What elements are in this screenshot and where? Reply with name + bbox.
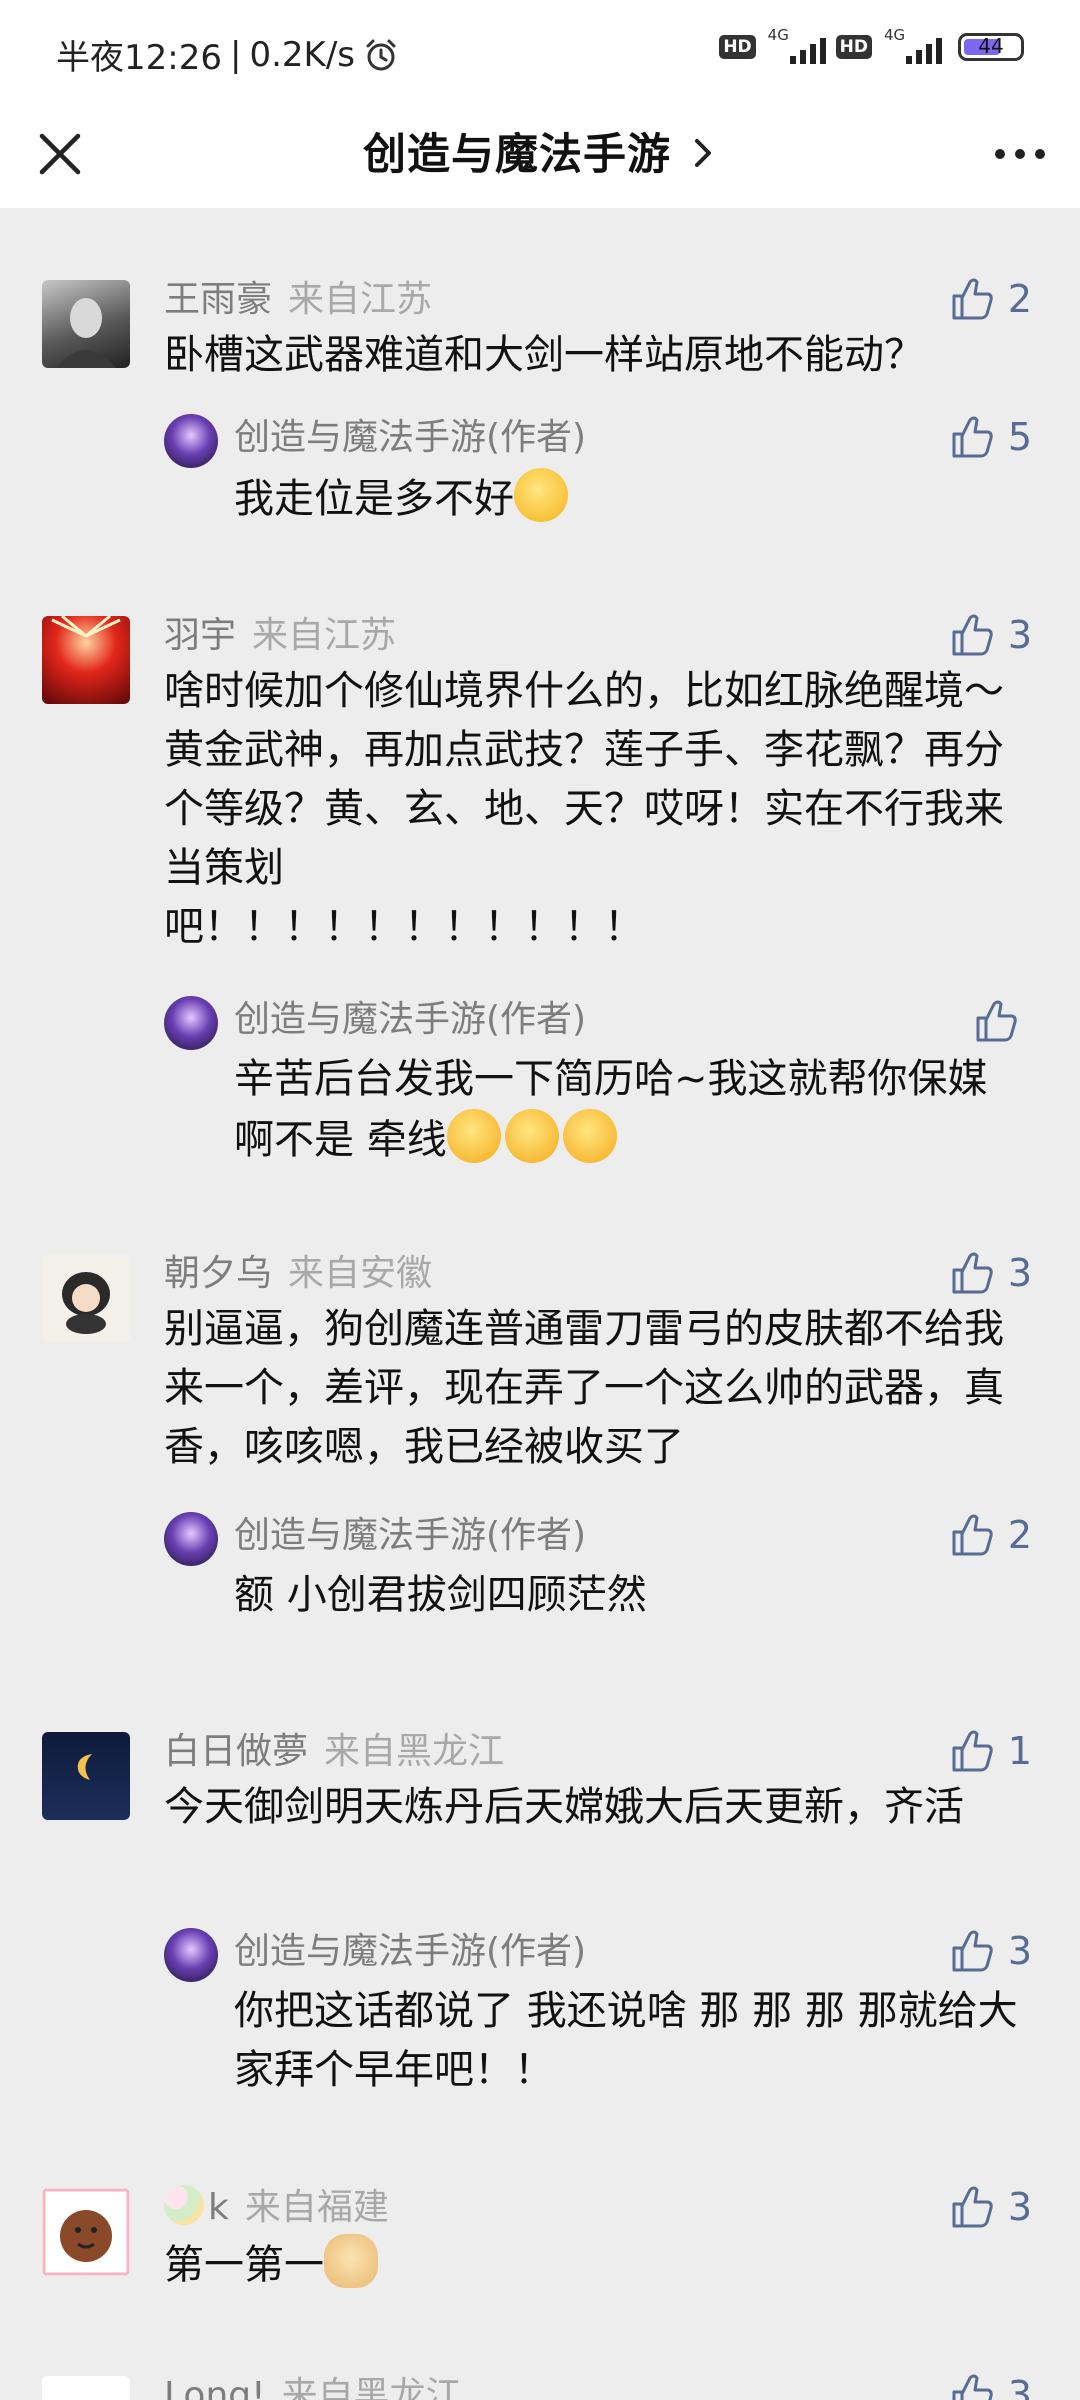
thumbs-up-icon xyxy=(952,416,993,458)
thumbs-up-icon xyxy=(952,278,993,320)
status-right: HD 4G HD 4G 44 xyxy=(719,26,1024,64)
avatar[interactable] xyxy=(42,2188,130,2276)
comment-username[interactable]: 朝夕乌 来自安徽 xyxy=(164,1248,1040,1300)
comment-location: 来自江苏 xyxy=(252,615,397,656)
nav-bar: 创造与魔法手游 xyxy=(0,100,1080,208)
page-title-text: 创造与魔法手游 xyxy=(363,130,671,180)
thumbs-up-icon xyxy=(952,1730,993,1772)
reply-like-button[interactable]: 5 xyxy=(950,414,1032,460)
reply-like-button[interactable]: 2 xyxy=(950,1512,1032,1558)
dango-emoji-icon xyxy=(164,2185,204,2225)
reply-like-button[interactable] xyxy=(974,998,1032,1044)
avatar[interactable] xyxy=(42,1254,130,1342)
fist-emoji-icon xyxy=(446,1109,501,1163)
hd-badge-2: HD xyxy=(835,35,872,59)
author-avatar[interactable] xyxy=(164,414,218,468)
thumbs-up-icon xyxy=(952,1930,993,1972)
like-count: 2 xyxy=(1007,277,1032,321)
like-count: 2 xyxy=(1007,1513,1032,1557)
reply-text: 额 小创君拔剑四顾茫然 xyxy=(234,1572,647,1618)
status-bar: 半夜12:26 | 0.2K/s HD 4G HD 4G 44 xyxy=(0,0,1080,100)
avatar[interactable] xyxy=(42,280,130,368)
comment-location: 来自黑龙江 xyxy=(281,2375,462,2400)
author-avatar[interactable] xyxy=(164,996,218,1050)
reply-author-name[interactable]: 创造与魔法手游(作者) xyxy=(234,1510,586,1562)
author-avatar[interactable] xyxy=(164,1928,218,1982)
status-left: 半夜12:26 | 0.2K/s xyxy=(56,30,399,79)
battery-icon: 44 xyxy=(958,33,1024,61)
avatar[interactable] xyxy=(42,2376,130,2400)
like-button[interactable]: 3 xyxy=(950,2184,1032,2230)
comment-username[interactable]: 王雨豪 来自江苏 xyxy=(164,274,1040,326)
like-button[interactable]: 3 xyxy=(950,612,1032,658)
status-time: 半夜12:26 xyxy=(56,38,222,78)
status-separator: | xyxy=(229,34,242,75)
status-speed: 0.2K/s xyxy=(249,34,355,75)
network-type-2: 4G xyxy=(884,26,906,44)
like-count: 3 xyxy=(1007,1251,1032,1295)
thumbs-up-icon xyxy=(952,1252,993,1294)
thumbs-up-icon xyxy=(952,2374,993,2400)
like-count: 3 xyxy=(1007,2185,1032,2229)
signal-icon: 4G xyxy=(882,26,942,64)
comment-text: 别逼逼，狗创魔连普通雷刀雷弓的皮肤都不给我来一个，差评，现在弄了一个这么帅的武器… xyxy=(164,1306,1004,1470)
comment-location: 来自安徽 xyxy=(288,1253,433,1294)
doge-emoji-icon xyxy=(324,2234,378,2288)
network-type-1: 4G xyxy=(767,26,789,44)
like-count: 1 xyxy=(1007,1729,1032,1773)
comment-text: 啥时候加个修仙境界什么的，比如红脉绝醒境～黄金武神，再加点武技？莲子手、李花飘？… xyxy=(164,668,1004,891)
comment-location: 来自福建 xyxy=(244,2187,389,2228)
comment-username[interactable]: 羽宇 来自江苏 xyxy=(164,610,1040,662)
reply-text: 辛苦后台发我一下简历哈~我这就帮你保媒 啊不是 牵线 xyxy=(234,1056,988,1163)
thumbs-up-icon xyxy=(952,2186,993,2228)
comment-list[interactable]: 王雨豪 来自江苏 卧槽这武器难道和大剑一样站原地不能动？ 2 创造与魔法手游(作者… xyxy=(0,208,1080,2400)
comment-username[interactable]: 白日做夢 来自黑龙江 xyxy=(164,1726,1040,1778)
signal-icon: 4G xyxy=(766,26,826,64)
like-button[interactable]: 2 xyxy=(950,276,1032,322)
comment-text: 第一第一 xyxy=(164,2234,1028,2295)
reply-text: 你把这话都说了 我还说啥 那 那 那 那就给大家拜个早年吧！！ xyxy=(234,1988,1018,2093)
avatar[interactable] xyxy=(42,616,130,704)
comment-username[interactable]: k 来自福建 xyxy=(164,2182,1040,2234)
like-count: 5 xyxy=(1007,415,1032,459)
comment-text: 吧！！！！！！！！！！！ xyxy=(164,904,644,950)
fist-emoji-icon xyxy=(504,1109,559,1163)
reply-author-name[interactable]: 创造与魔法手游(作者) xyxy=(234,412,586,464)
like-count: 3 xyxy=(1007,613,1032,657)
reply-author-name[interactable]: 创造与魔法手游(作者) xyxy=(234,994,586,1046)
reply-author-name[interactable]: 创造与魔法手游(作者) xyxy=(234,1926,586,1978)
comment-text: 今天御剑明天炼丹后天嫦娥大后天更新，齐活 xyxy=(164,1784,964,1830)
crying-emoji-icon xyxy=(514,468,568,522)
author-avatar[interactable] xyxy=(164,1512,218,1566)
thumbs-up-icon xyxy=(952,1514,993,1556)
alarm-icon xyxy=(366,39,396,70)
reply-like-button[interactable]: 3 xyxy=(950,1928,1032,1974)
comment-text: 卧槽这武器难道和大剑一样站原地不能动？ xyxy=(164,332,924,378)
chevron-right-icon xyxy=(694,139,711,167)
thumbs-up-icon xyxy=(952,614,993,656)
like-button[interactable]: 3 xyxy=(950,1250,1032,1296)
avatar[interactable] xyxy=(42,1732,130,1820)
comment-location: 来自黑龙江 xyxy=(324,1731,505,1772)
hd-badge-1: HD xyxy=(719,35,756,59)
reply-text: 我走位是多不好 xyxy=(234,468,1034,529)
thumbs-up-icon xyxy=(976,1000,1017,1042)
fist-emoji-icon xyxy=(562,1109,617,1163)
comment-location: 来自江苏 xyxy=(288,279,433,320)
like-count: 3 xyxy=(1007,2373,1032,2400)
like-button[interactable]: 3 xyxy=(950,2372,1032,2400)
battery-level: 44 xyxy=(978,34,1004,58)
like-button[interactable]: 1 xyxy=(950,1728,1032,1774)
like-count: 3 xyxy=(1007,1929,1032,1973)
more-icon[interactable] xyxy=(988,128,1052,180)
comment-username[interactable]: Long! 来自黑龙江 xyxy=(164,2370,1040,2400)
page-title[interactable]: 创造与魔法手游 xyxy=(0,120,1080,182)
